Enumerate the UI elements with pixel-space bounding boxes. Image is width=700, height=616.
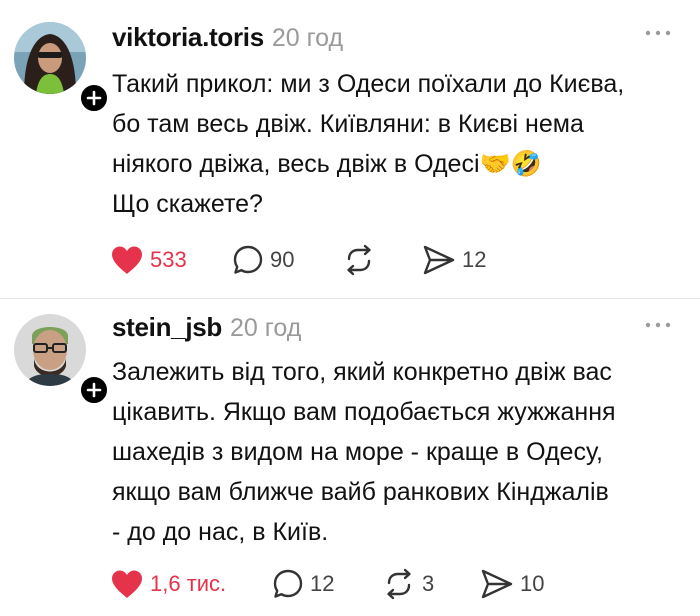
post-text: Залежить від того, який конкретно двіж в… — [112, 358, 616, 546]
post-viktoria: viktoria.toris 20 год Такий прикол: ми з… — [0, 0, 700, 298]
comment-button[interactable]: 90 — [232, 240, 294, 280]
follow-button[interactable] — [78, 374, 110, 406]
share-button[interactable]: 10 — [480, 564, 544, 604]
action-bar: 1,6 тис. 12 3 10 — [110, 564, 670, 604]
like-count: 1,6 тис. — [150, 571, 227, 596]
like-count: 533 — [150, 247, 187, 272]
post-header: stein_jsb 20 год — [112, 312, 301, 346]
share-icon — [423, 245, 455, 275]
more-icon[interactable] — [644, 28, 672, 38]
share-button[interactable]: 12 — [422, 240, 486, 280]
avatar[interactable] — [14, 22, 86, 94]
avatar[interactable] — [14, 314, 86, 386]
comment-icon — [273, 569, 303, 598]
repost-icon — [387, 568, 411, 600]
action-bar: 533 90 12 — [110, 240, 670, 280]
share-icon — [481, 569, 513, 599]
comment-icon — [233, 245, 263, 274]
repost-button[interactable]: 3 — [382, 564, 434, 604]
plus-icon — [86, 382, 102, 398]
share-count: 12 — [462, 247, 487, 272]
repost-count: 3 — [422, 571, 435, 596]
comment-count: 12 — [310, 571, 335, 596]
avatar-wrap — [14, 22, 110, 114]
heart-icon — [112, 246, 142, 274]
share-count: 10 — [520, 571, 545, 596]
username[interactable]: stein_jsb — [112, 312, 222, 343]
repost-button[interactable] — [342, 240, 382, 280]
like-button[interactable]: 1,6 тис. — [110, 564, 226, 604]
heart-icon — [112, 570, 142, 598]
more-icon[interactable] — [644, 320, 672, 330]
post-header: viktoria.toris 20 год — [112, 22, 343, 56]
plus-icon — [86, 90, 102, 106]
follow-button[interactable] — [78, 82, 110, 114]
avatar-wrap — [14, 314, 110, 406]
comment-button[interactable]: 12 — [272, 564, 334, 604]
like-button[interactable]: 533 — [110, 240, 187, 280]
comment-count: 90 — [270, 247, 295, 272]
repost-icon — [347, 244, 371, 276]
username[interactable]: viktoria.toris — [112, 22, 264, 53]
post-stein: stein_jsb 20 год Залежить від того, який… — [0, 298, 700, 616]
timestamp: 20 год — [230, 314, 302, 342]
timestamp: 20 год — [271, 24, 344, 52]
post-text: Такий прикол: ми з Одеси поїхали до Києв… — [112, 70, 625, 218]
